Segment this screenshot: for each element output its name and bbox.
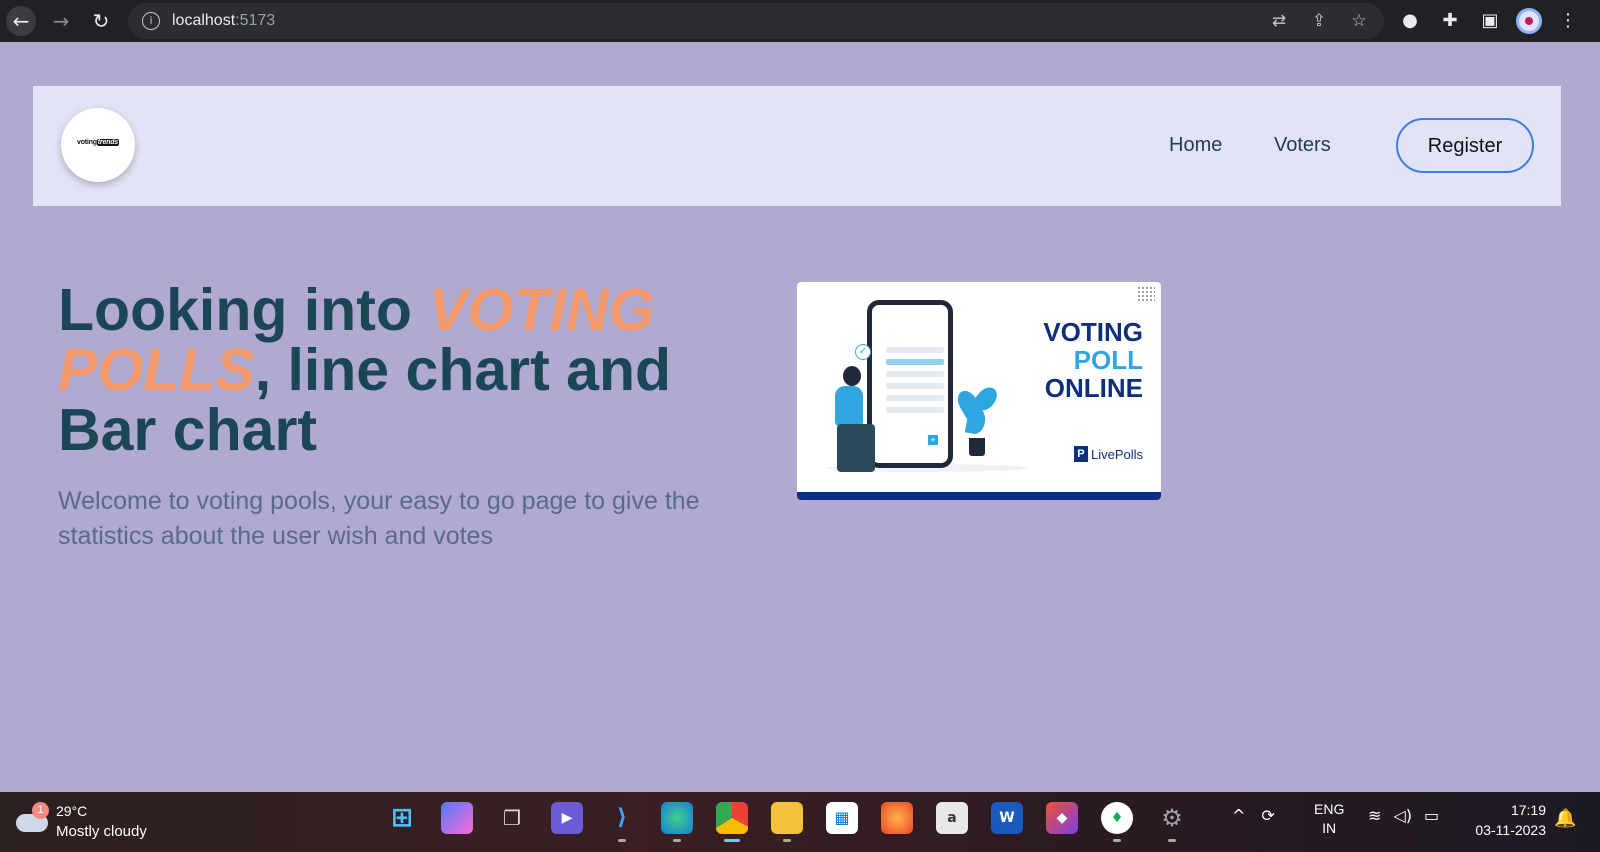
- clock-time: 17:19: [1510, 802, 1546, 818]
- vscode-icon[interactable]: ⟩: [606, 802, 638, 842]
- task-view-icon[interactable]: ❐: [496, 802, 528, 834]
- person-illustration: [825, 366, 877, 476]
- reload-icon[interactable]: ↻: [86, 6, 116, 36]
- forward-arrow-icon[interactable]: →: [46, 6, 76, 36]
- extension-icon[interactable]: ●: [1396, 6, 1424, 36]
- dots-pattern-icon: [1137, 286, 1155, 302]
- file-explorer-icon[interactable]: [771, 802, 803, 842]
- url-host: localhost: [172, 12, 236, 29]
- phone-illustration: +: [867, 300, 953, 468]
- lang-primary: ENG: [1314, 801, 1345, 817]
- weather-badge: 1: [32, 802, 49, 819]
- back-arrow-icon[interactable]: ←: [6, 6, 36, 36]
- hero-title-part1: Looking into: [58, 277, 429, 343]
- bookmark-star-icon[interactable]: ☆: [1348, 10, 1370, 32]
- site-navbar: votingtrends Home Voters Register: [33, 86, 1561, 206]
- logo-text-a: voting: [77, 139, 97, 146]
- nav-link-voters[interactable]: Voters: [1274, 134, 1331, 157]
- windows-taskbar: 1 29°C Mostly cloudy ⊞ ❐ ▶ ⟩ ▦ a W ◆ ♦ ⚙…: [0, 792, 1600, 852]
- notification-bell-icon[interactable]: 🔔: [1554, 808, 1576, 829]
- site-logo[interactable]: votingtrends: [61, 108, 135, 182]
- livepolls-logo-icon: P: [1073, 446, 1088, 462]
- word-icon[interactable]: W: [991, 802, 1023, 834]
- clock-date: 03-11-2023: [1475, 822, 1546, 838]
- temperature: 29°C: [56, 803, 88, 819]
- url-text[interactable]: localhost:5173: [172, 12, 275, 30]
- share-icon[interactable]: ⇪: [1308, 10, 1330, 32]
- weather-condition: Mostly cloudy: [56, 823, 147, 840]
- git-icon[interactable]: ◆: [1046, 802, 1078, 834]
- poll-line-3: ONLINE: [1044, 373, 1143, 403]
- sync-icon[interactable]: ⟳: [1261, 806, 1274, 825]
- puzzle-extensions-icon[interactable]: ✚: [1436, 6, 1464, 36]
- checkmark-icon: ✓: [855, 344, 871, 360]
- translate-icon[interactable]: ⇄: [1268, 10, 1290, 32]
- chevron-up-icon[interactable]: ^: [1232, 806, 1245, 825]
- wifi-icon[interactable]: ≋: [1368, 806, 1381, 825]
- teams-chat-icon[interactable]: ▶: [551, 802, 583, 834]
- voting-poll-image: + ✓ VOTING POLL ONLINE P LivePolls: [797, 282, 1161, 500]
- windows-start-icon[interactable]: ⊞: [386, 802, 418, 834]
- brand-name: LivePolls: [1090, 446, 1143, 462]
- copilot-icon[interactable]: [441, 802, 473, 834]
- amazon-icon[interactable]: a: [936, 802, 968, 834]
- plus-icon: +: [928, 435, 938, 445]
- settings-gear-icon[interactable]: ⚙: [1156, 802, 1188, 842]
- side-panel-icon[interactable]: ▣: [1476, 6, 1504, 36]
- poll-line-2: POLL: [1073, 345, 1143, 375]
- address-bar[interactable]: i localhost:5173 ⇄ ⇪ ☆: [128, 3, 1384, 39]
- edge-icon[interactable]: [661, 802, 693, 842]
- hero-subtitle: Welcome to voting pools, your easy to go…: [58, 487, 700, 550]
- poll-line-1: VOTING: [1043, 317, 1143, 347]
- chrome-icon[interactable]: [716, 802, 748, 842]
- volume-icon[interactable]: ◁): [1393, 806, 1412, 825]
- firefox-icon[interactable]: [881, 802, 913, 834]
- logo-wordmark: votingtrends: [61, 139, 135, 146]
- menu-kebab-icon[interactable]: ⋮: [1554, 6, 1582, 36]
- register-button[interactable]: Register: [1396, 118, 1534, 173]
- site-info-icon[interactable]: i: [142, 12, 160, 30]
- plant-illustration: [953, 382, 1002, 458]
- hero-title: Looking into VOTING POLLS, line chart an…: [58, 280, 758, 460]
- profile-avatar-icon[interactable]: [1516, 8, 1542, 34]
- url-port: :5173: [235, 12, 276, 29]
- clock[interactable]: 17:19 03-11-2023: [1464, 800, 1546, 840]
- mongodb-icon[interactable]: ♦: [1101, 802, 1133, 842]
- livepolls-brand: P LivePolls: [1073, 446, 1143, 462]
- battery-icon[interactable]: ▭: [1424, 806, 1439, 825]
- poll-heading: VOTING POLL ONLINE: [1043, 318, 1143, 402]
- microsoft-store-icon[interactable]: ▦: [826, 802, 858, 834]
- browser-toolbar: ← → ↻ i localhost:5173 ⇄ ⇪ ☆ ● ✚ ▣ ⋮: [0, 0, 1600, 42]
- lang-region: IN: [1322, 820, 1337, 836]
- language-indicator[interactable]: ENG IN: [1314, 800, 1344, 838]
- nav-link-home[interactable]: Home: [1169, 134, 1222, 157]
- logo-text-b: trends: [96, 139, 119, 146]
